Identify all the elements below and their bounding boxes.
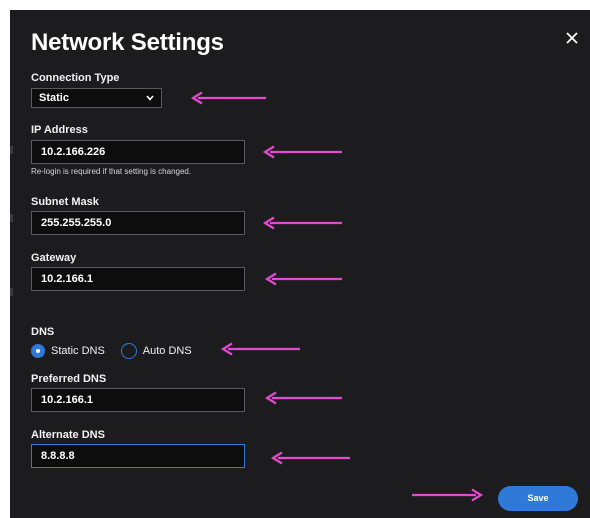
chevron-down-icon bbox=[146, 95, 154, 101]
network-settings-dialog: Network Settings Connection Type Static … bbox=[10, 10, 590, 518]
close-icon[interactable] bbox=[564, 30, 580, 46]
connection-type-label: Connection Type bbox=[31, 72, 120, 84]
ip-address-label: IP Address bbox=[31, 124, 88, 136]
edge-mark bbox=[10, 288, 13, 296]
edge-mark bbox=[10, 214, 13, 222]
annotation-arrow-icon bbox=[262, 145, 342, 159]
annotation-arrow-icon bbox=[270, 451, 350, 465]
save-button[interactable]: Save bbox=[498, 486, 578, 511]
static-dns-radio[interactable]: Static DNS bbox=[31, 344, 105, 358]
subnet-mask-input[interactable]: 255.255.255.0 bbox=[31, 211, 245, 235]
alternate-dns-label: Alternate DNS bbox=[31, 429, 105, 441]
ip-address-hint: Re-login is required if that setting is … bbox=[31, 167, 192, 176]
dns-label: DNS bbox=[31, 326, 55, 338]
connection-type-select[interactable]: Static bbox=[31, 88, 162, 108]
subnet-mask-label: Subnet Mask bbox=[31, 196, 99, 208]
annotation-arrow-icon bbox=[412, 488, 484, 502]
static-dns-label: Static DNS bbox=[51, 345, 105, 357]
annotation-arrow-icon bbox=[264, 391, 342, 405]
annotation-arrow-icon bbox=[220, 342, 300, 356]
annotation-arrow-icon bbox=[262, 216, 342, 230]
annotation-arrow-icon bbox=[190, 91, 266, 105]
auto-dns-radio[interactable]: Auto DNS bbox=[120, 343, 192, 359]
alternate-dns-input[interactable]: 8.8.8.8 bbox=[31, 444, 245, 468]
preferred-dns-input[interactable]: 10.2.166.1 bbox=[31, 388, 245, 412]
radio-checked-icon bbox=[31, 344, 45, 358]
dns-radio-group: Static DNS Auto DNS bbox=[31, 342, 208, 360]
gateway-label: Gateway bbox=[31, 252, 77, 264]
dialog-title: Network Settings bbox=[31, 29, 224, 56]
gateway-input[interactable]: 10.2.166.1 bbox=[31, 267, 245, 291]
annotation-arrow-icon bbox=[264, 272, 342, 286]
connection-type-selected: Static bbox=[39, 92, 69, 104]
preferred-dns-label: Preferred DNS bbox=[31, 373, 107, 385]
ip-address-input[interactable]: 10.2.166.226 bbox=[31, 140, 245, 164]
auto-dns-label: Auto DNS bbox=[142, 345, 192, 357]
edge-mark bbox=[10, 146, 13, 154]
radio-unchecked-icon bbox=[120, 343, 137, 359]
